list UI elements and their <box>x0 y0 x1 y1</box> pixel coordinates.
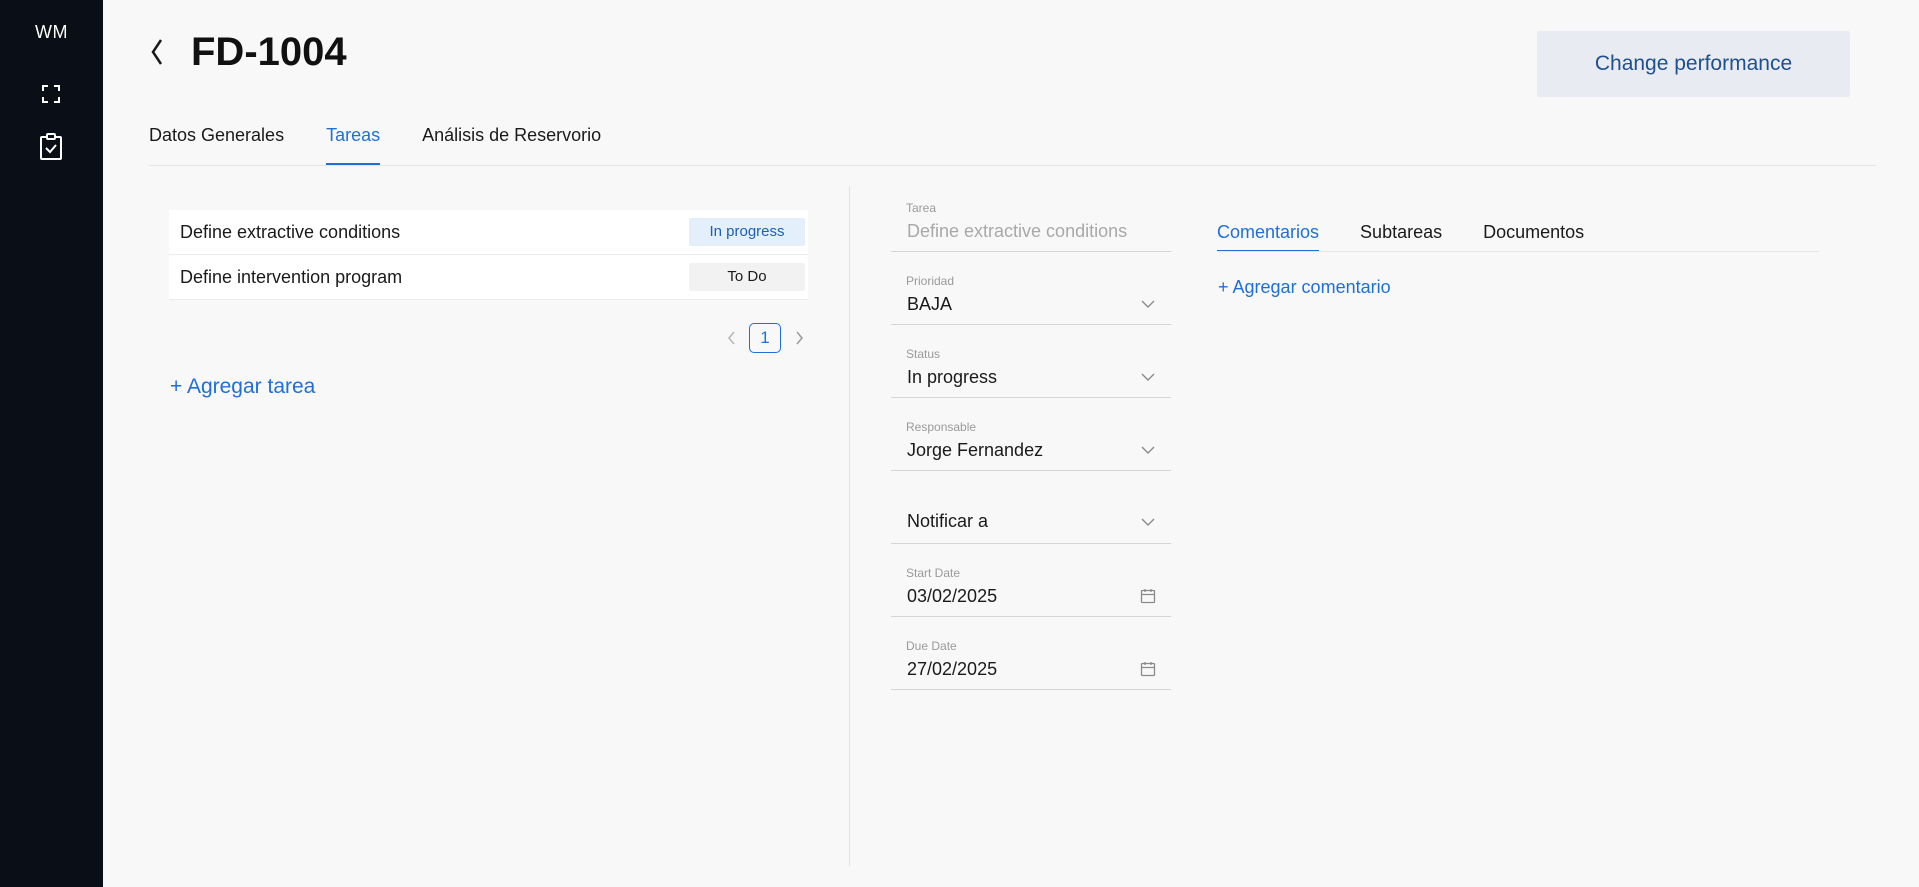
start-date-field[interactable]: Start Date 03/02/2025 <box>891 560 1171 617</box>
chevron-down-icon[interactable] <box>1139 295 1157 313</box>
start-date-value: 03/02/2025 <box>907 586 998 606</box>
responsable-label: Responsable <box>906 420 977 434</box>
tab-documentos[interactable]: Documentos <box>1483 214 1584 252</box>
prev-page-icon[interactable] <box>721 322 741 354</box>
tab-datos-generales[interactable]: Datos Generales <box>149 116 284 166</box>
tabs-divider <box>149 165 1876 166</box>
prioridad-value: BAJA <box>907 294 953 314</box>
pagination: 1 <box>721 322 809 354</box>
change-performance-button[interactable]: Change performance <box>1537 31 1850 97</box>
add-comment-link[interactable]: + Agregar comentario <box>1218 277 1391 298</box>
clipboard-check-icon[interactable] <box>35 131 67 163</box>
notificar-value: Notificar a <box>907 511 989 531</box>
app-logo: WM <box>35 22 68 42</box>
page-title: FD-1004 <box>191 30 347 74</box>
tarea-value: Define extractive conditions <box>907 221 1128 241</box>
tarea-field[interactable]: Tarea Define extractive conditions <box>891 195 1171 252</box>
status-label: Status <box>906 347 941 361</box>
expand-icon[interactable] <box>35 78 67 110</box>
next-page-icon[interactable] <box>789 322 809 354</box>
tab-analisis-reservorio[interactable]: Análisis de Reservorio <box>422 116 601 166</box>
tab-subtareas[interactable]: Subtareas <box>1360 214 1442 252</box>
detail-tabs-divider <box>1217 251 1819 252</box>
chevron-down-icon[interactable] <box>1139 368 1157 386</box>
chevron-down-icon[interactable] <box>1139 513 1157 531</box>
chevron-down-icon[interactable] <box>1139 441 1157 459</box>
due-date-label: Due Date <box>906 639 957 653</box>
tab-comentarios[interactable]: Comentarios <box>1217 214 1320 252</box>
page-number[interactable]: 1 <box>749 323 781 353</box>
status-select[interactable]: Status In progress <box>891 341 1171 398</box>
prioridad-label: Prioridad <box>906 274 955 288</box>
task-name: Define extractive conditions <box>180 221 401 242</box>
panel-divider <box>849 186 850 866</box>
detail-tabs: Comentarios Subtareas Documentos <box>1217 214 1625 252</box>
task-name: Define intervention program <box>180 266 403 287</box>
tab-tareas[interactable]: Tareas <box>326 116 381 166</box>
sidebar: WM <box>0 0 103 887</box>
main-tabs: Datos Generales Tareas Análisis de Reser… <box>149 116 643 166</box>
status-value: In progress <box>907 367 998 387</box>
start-date-label: Start Date <box>906 566 961 580</box>
responsable-value: Jorge Fernandez <box>907 440 1044 460</box>
status-badge: In progress <box>689 218 805 246</box>
responsable-select[interactable]: Responsable Jorge Fernandez <box>891 414 1171 471</box>
notificar-select[interactable]: Notificar a <box>891 487 1171 544</box>
due-date-field[interactable]: Due Date 27/02/2025 <box>891 633 1171 690</box>
add-task-link[interactable]: + Agregar tarea <box>170 375 315 399</box>
back-icon[interactable] <box>145 32 169 72</box>
calendar-icon[interactable] <box>1139 587 1157 605</box>
calendar-icon[interactable] <box>1139 660 1157 678</box>
prioridad-select[interactable]: Prioridad BAJA <box>891 268 1171 325</box>
task-list: Define extractive conditions In progress… <box>169 210 808 300</box>
task-row[interactable]: Define extractive conditions In progress <box>169 210 808 255</box>
task-row[interactable]: Define intervention program To Do <box>169 255 808 300</box>
status-badge: To Do <box>689 263 805 291</box>
tarea-label: Tarea <box>906 201 937 215</box>
due-date-value: 27/02/2025 <box>907 659 998 679</box>
